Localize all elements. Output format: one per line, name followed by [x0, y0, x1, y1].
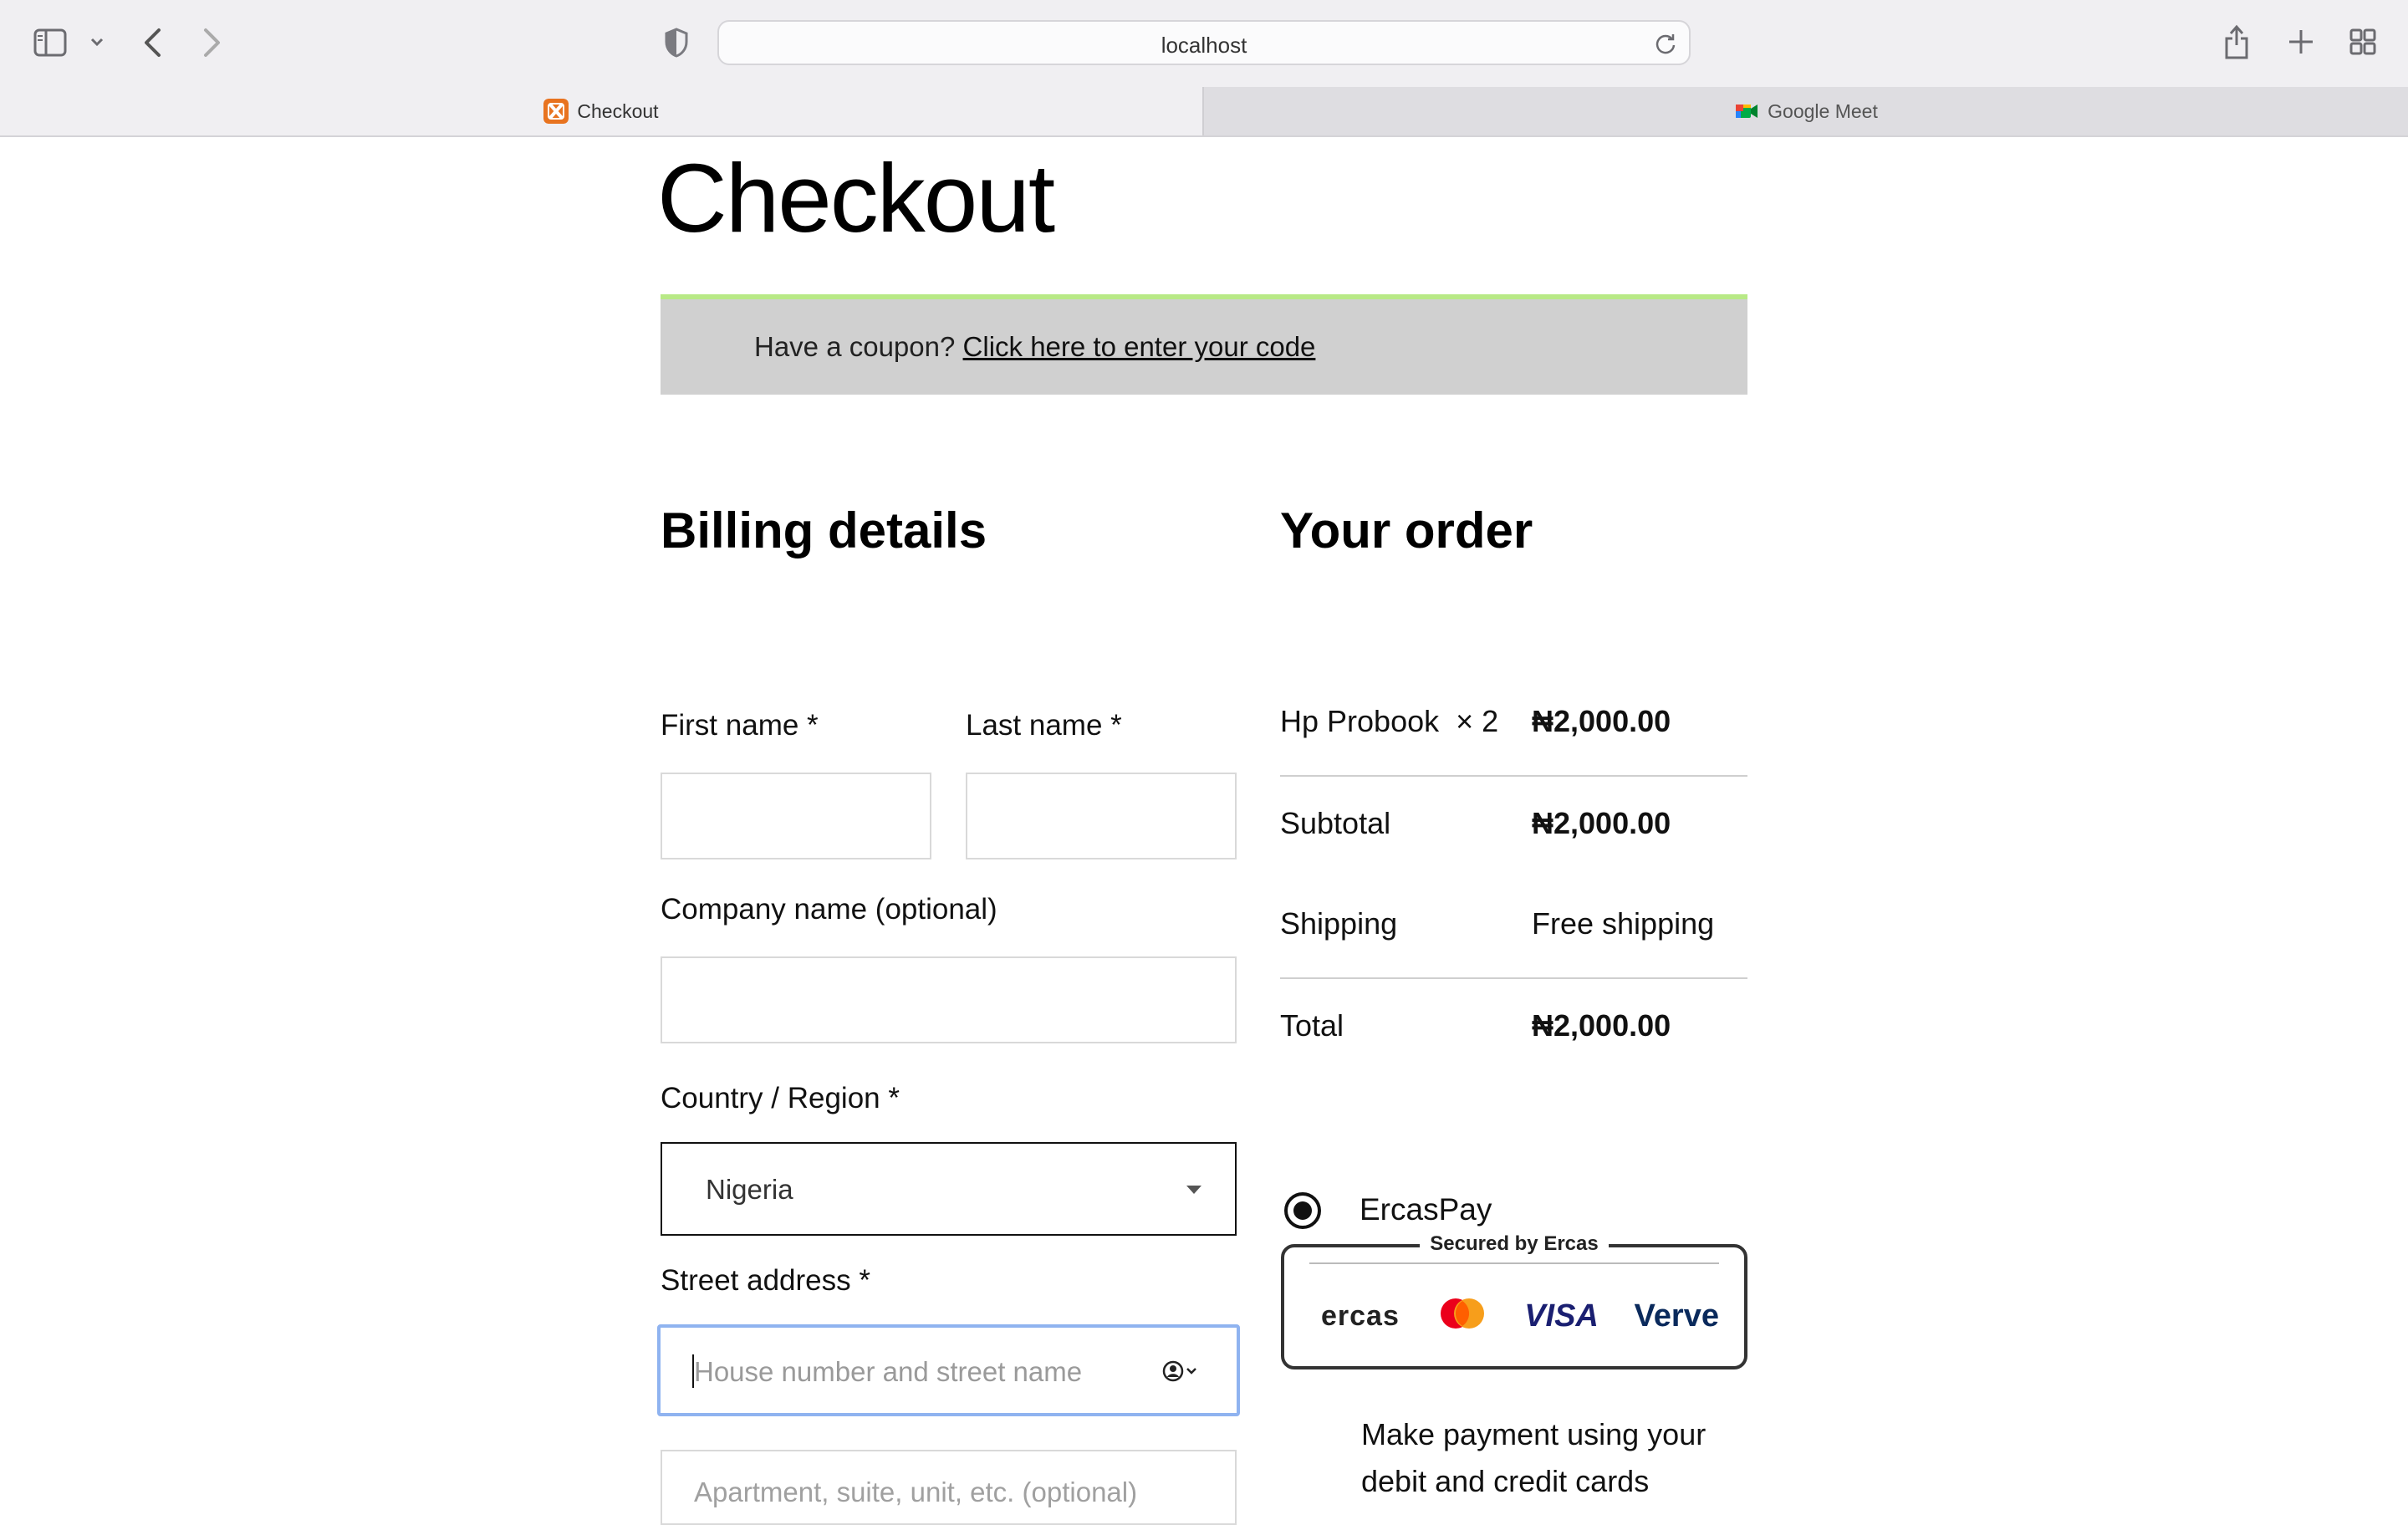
- card-logos: ercas VISA Verve: [1321, 1291, 1719, 1341]
- order-row-total: Total ₦2,000.00: [1280, 1008, 1747, 1109]
- browser-toolbar: localhost: [0, 0, 2408, 88]
- verve-logo: Verve: [1634, 1298, 1719, 1334]
- shipping-value: Free shipping: [1532, 906, 1715, 941]
- first-name-label: First name *: [661, 709, 819, 742]
- new-tab-icon[interactable]: [2288, 27, 2314, 57]
- dropdown-caret-icon: [1186, 1186, 1201, 1194]
- sidebar-toggle-icon[interactable]: [33, 28, 67, 57]
- shipping-label: Shipping: [1280, 906, 1398, 941]
- coupon-prompt: Have a coupon?: [754, 331, 956, 362]
- street-address-placeholder: House number and street name: [694, 1356, 1083, 1387]
- subtotal-value: ₦2,000.00: [1532, 806, 1671, 840]
- order-row-shipping: Shipping Free shipping: [1280, 906, 1747, 1007]
- order-product-value: ₦2,000.00: [1532, 704, 1671, 738]
- google-meet-icon: [1736, 105, 1758, 118]
- back-icon[interactable]: [142, 27, 162, 59]
- coupon-notice: Have a coupon? Click here to enter your …: [661, 294, 1747, 395]
- mastercard-logo: [1440, 1298, 1484, 1329]
- badge-rule: [1309, 1262, 1719, 1264]
- country-region-select[interactable]: Nigeria: [661, 1142, 1237, 1236]
- xampp-favicon-icon: [543, 99, 569, 124]
- your-order-heading: Your order: [1280, 502, 1533, 558]
- tab-overview-icon[interactable]: [2349, 28, 2376, 55]
- total-value: ₦2,000.00: [1532, 1008, 1671, 1043]
- apartment-placeholder: Apartment, suite, unit, etc. (optional): [694, 1477, 1138, 1507]
- address-text[interactable]: localhost: [719, 33, 1689, 59]
- company-name-label: Company name (optional): [661, 893, 997, 926]
- first-name-field[interactable]: [661, 773, 931, 859]
- last-name-label: Last name *: [966, 709, 1122, 742]
- ercas-logo: ercas: [1321, 1299, 1400, 1332]
- secured-by-ercas-badge: Secured by Ercas ercas VISA Verve: [1281, 1232, 1747, 1369]
- subtotal-label: Subtotal: [1280, 806, 1391, 840]
- billing-details-heading: Billing details: [661, 502, 987, 558]
- share-icon[interactable]: [2224, 23, 2249, 60]
- coupon-link[interactable]: Click here to enter your code: [963, 331, 1316, 362]
- order-divider: [1280, 775, 1747, 777]
- autofill-contact-icon[interactable]: [1161, 1359, 1200, 1383]
- total-label: Total: [1280, 1008, 1344, 1043]
- country-region-label: Country / Region *: [661, 1082, 900, 1114]
- visa-logo: VISA: [1524, 1298, 1599, 1334]
- chevron-down-icon[interactable]: [89, 33, 105, 50]
- secured-caption-text: Secured by Ercas: [1420, 1232, 1609, 1255]
- forward-icon[interactable]: [202, 27, 222, 59]
- privacy-shield-icon[interactable]: [664, 27, 689, 59]
- order-product-label: Hp Probook × 2: [1280, 704, 1499, 738]
- order-row-product: Hp Probook × 2 ₦2,000.00: [1280, 704, 1747, 804]
- company-name-field[interactable]: [661, 956, 1237, 1043]
- apartment-field[interactable]: Apartment, suite, unit, etc. (optional): [661, 1450, 1237, 1525]
- secured-caption: Secured by Ercas: [1284, 1232, 1744, 1256]
- page-title: Checkout: [657, 144, 1055, 252]
- tab-label: Checkout: [577, 99, 659, 122]
- tab-label: Google Meet: [1768, 99, 1878, 122]
- payment-description: Make payment using your debit and credit…: [1361, 1417, 1707, 1498]
- address-bar[interactable]: localhost: [717, 20, 1691, 65]
- street-address-label: Street address *: [661, 1264, 870, 1297]
- order-row-subtotal: Subtotal ₦2,000.00: [1280, 806, 1747, 906]
- reload-icon[interactable]: [1654, 32, 1677, 55]
- country-selected-value: Nigeria: [706, 1174, 793, 1205]
- ercaspay-radio[interactable]: [1284, 1192, 1321, 1229]
- coupon-text: Have a coupon? Click here to enter your …: [754, 331, 1315, 363]
- tab-google-meet[interactable]: Google Meet: [1202, 87, 2408, 135]
- order-divider: [1280, 977, 1747, 979]
- tab-checkout[interactable]: Checkout: [0, 87, 1202, 135]
- last-name-field[interactable]: [966, 773, 1237, 859]
- payment-method-label[interactable]: ErcasPay: [1360, 1192, 1492, 1227]
- street-address-field[interactable]: House number and street name: [657, 1324, 1240, 1416]
- tab-bar: Checkout Google Meet: [0, 87, 2408, 137]
